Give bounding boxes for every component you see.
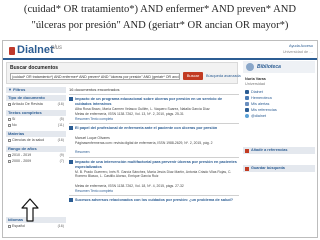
query-banner: (cuidad* OR tratamiento*) AND enfermer* … — [0, 0, 320, 38]
add-to-references-button[interactable]: Añadir a referencias — [243, 147, 315, 154]
panel-link-dialnet[interactable]: Dialnet — [251, 90, 263, 95]
divider — [69, 157, 239, 158]
result-fulltext-link[interactable]: Resumen — [75, 150, 237, 154]
result-source: Metas de enfermería, ISSN 1138-7262, Vol… — [75, 112, 184, 116]
alert-icon — [245, 102, 249, 106]
divider — [69, 123, 239, 124]
result-authors: Manuel Luque Olivares — [75, 136, 110, 140]
result-authors: M. B. Prado Guerrero, Inés R. García Sán… — [75, 170, 232, 179]
result-title[interactable]: El papel del profesional de enfermería a… — [75, 126, 237, 131]
result-title[interactable]: Impacto de una intervención multifactori… — [75, 160, 237, 169]
checkbox[interactable] — [8, 153, 11, 157]
result-fulltext-link[interactable]: Resumen Texto completo — [75, 189, 237, 193]
search-input[interactable]: (cuidad* OR tratamiento*) AND enfermer* … — [10, 73, 180, 80]
search-panel: Buscar documentos (cuidad* OR tratamient… — [6, 62, 241, 84]
panel-link-twitter[interactable]: @dialnet — [251, 114, 266, 119]
result-bullet-icon — [69, 198, 73, 202]
result-source: Metas de enfermería, ISSN 1138-7262, Vol… — [75, 184, 184, 188]
result-source: Páginasenfermeras.com: revista digital d… — [75, 141, 213, 145]
header-divider — [3, 58, 317, 60]
app-logo-plus: plus — [51, 45, 63, 51]
result-authors: Alba Rosa Bravo, María Carmen Velasco Gu… — [75, 107, 210, 111]
result-bullet-icon — [69, 160, 73, 164]
checkbox[interactable] — [8, 123, 11, 127]
checkbox[interactable] — [8, 138, 11, 142]
checkbox[interactable] — [8, 159, 11, 163]
checkbox[interactable] — [8, 117, 11, 121]
result-bullet-icon — [69, 126, 73, 130]
right-panel: Biblioteca Nuria Varas Universidad Dialn… — [243, 61, 315, 237]
subjects-title[interactable]: Materias — [6, 131, 66, 137]
library-logo-icon — [246, 63, 254, 71]
twitter-icon — [245, 114, 249, 118]
filter-item-article[interactable]: Artículo De Revista (16) — [8, 102, 64, 107]
library-logo[interactable]: Biblioteca — [243, 61, 315, 73]
dialnet-screenshot: Dialnet plus Ayuda Acceso Universidad de… — [2, 40, 318, 238]
dialnet-logo-icon — [9, 47, 15, 55]
results-list: 16 documentos encontrados Impacto de un … — [69, 87, 239, 237]
search-title: Buscar documentos — [10, 65, 59, 71]
results-count: 16 documentos encontrados — [69, 87, 120, 92]
panel-link-alerts[interactable]: Mis alertas — [251, 102, 269, 107]
filter-item-subject[interactable]: Ciencias de la salud (16) — [8, 138, 64, 143]
panel-link-references[interactable]: Mis referencias — [251, 108, 277, 113]
add-icon — [245, 148, 249, 153]
query-line-2: "úlceras por presión" AND (geriatr* OR a… — [31, 20, 289, 31]
checkbox[interactable] — [8, 224, 11, 228]
doc-type-title[interactable]: Tipo de documento — [6, 95, 66, 101]
result-title[interactable]: Impacto de un programa educacional sobre… — [75, 97, 237, 106]
divider — [69, 94, 239, 95]
result-fulltext-link[interactable]: Resumen Texto completo — [75, 117, 237, 121]
search-button[interactable]: Buscar — [183, 72, 203, 80]
top-links[interactable]: Ayuda Acceso — [289, 44, 313, 49]
filter-item-fulltext-yes[interactable]: Sí (5) — [8, 117, 64, 122]
up-arrow-icon — [21, 198, 39, 222]
filter-item-years-2000[interactable]: 2000 - 2009 (7) — [8, 159, 64, 164]
filter-item-language[interactable]: Español (16) — [8, 224, 64, 229]
checkbox[interactable] — [8, 102, 11, 106]
result-bullet-icon — [69, 97, 73, 101]
journal-icon — [245, 96, 249, 100]
query-line-1: (cuidad* OR tratamiento*) AND enfermer* … — [23, 4, 297, 15]
years-title[interactable]: Rango de años — [6, 146, 66, 152]
filters-header: ▼ Filtros — [6, 87, 66, 93]
divider — [69, 195, 239, 196]
filter-item-fulltext-no[interactable]: No (11) — [8, 123, 64, 128]
save-search-button[interactable]: Guardar búsqueda — [243, 165, 315, 172]
panel-link-hemeroteca[interactable]: Hemeroteca — [251, 96, 272, 101]
result-title[interactable]: Sucesos adversos relacionados con los cu… — [75, 198, 237, 203]
university-label: Universidad de … — [282, 50, 313, 54]
advanced-search-link[interactable]: Búsqueda avanzada — [206, 74, 241, 79]
dialnet-icon — [245, 90, 249, 94]
user-role: Universidad — [245, 82, 266, 86]
references-icon — [245, 108, 249, 112]
app-logo[interactable]: Dialnet — [17, 44, 54, 56]
save-icon — [245, 166, 249, 171]
full-text-title[interactable]: Textos completos — [6, 110, 66, 116]
filter-item-years-2010[interactable]: 2010 - 2019 (9) — [8, 153, 64, 158]
